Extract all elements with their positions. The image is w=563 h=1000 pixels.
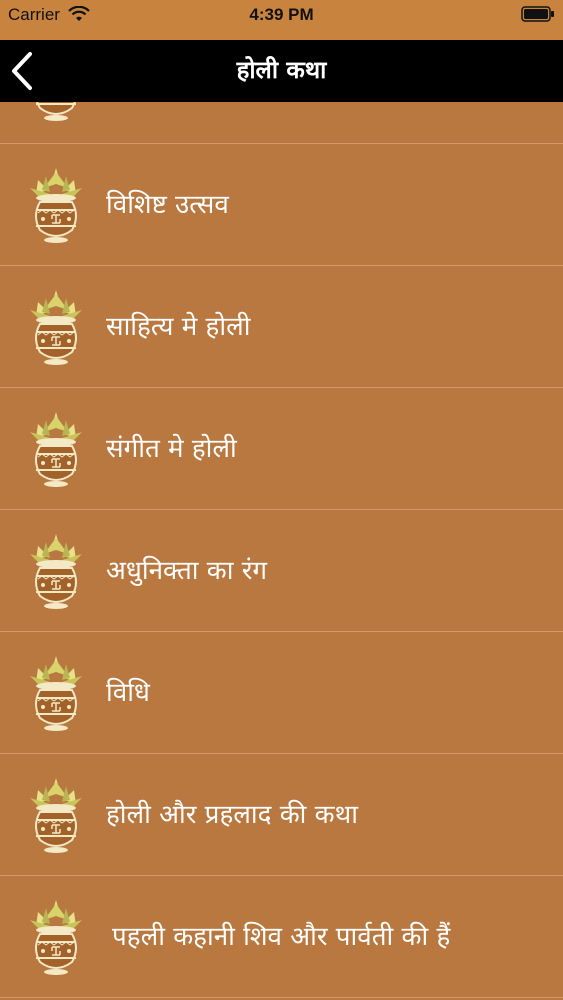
- list-item-label: होली और प्रहलाद की कथा: [106, 800, 358, 830]
- list-item-label: विशिष्ट उत्सव: [106, 190, 229, 220]
- list-item-label: साहित्य मे होली: [106, 312, 251, 342]
- topic-list[interactable]: विशिष्ट उत्सव साहित्य मे होली संगीत मे ह…: [0, 102, 563, 1000]
- list-item-5[interactable]: विधि: [0, 632, 563, 754]
- kalash-icon: [30, 534, 82, 609]
- kalash-icon: [30, 412, 82, 487]
- list-item-label: संगीत मे होली: [106, 434, 237, 464]
- kalash-icon: [30, 900, 82, 975]
- list-item-1[interactable]: विशिष्ट उत्सव: [0, 144, 563, 266]
- kalash-icon: [36, 102, 76, 121]
- status-bar: Carrier 4:39 PM: [0, 0, 563, 40]
- list-item-label: विधि: [106, 678, 150, 708]
- list-item-4[interactable]: अधुनिक्ता का रंग: [0, 510, 563, 632]
- list-item-label: पहली कहानी शिव और पार्वती की हैं: [112, 922, 451, 952]
- kalash-icon: [30, 168, 82, 243]
- list-item-3[interactable]: संगीत मे होली: [0, 388, 563, 510]
- battery-icon: [521, 6, 554, 22]
- list-item-6[interactable]: होली और प्रहलाद की कथा: [0, 754, 563, 876]
- list-item-label: अधुनिक्ता का रंग: [106, 556, 268, 586]
- list-item-7[interactable]: पहली कहानी शिव और पार्वती की हैं: [0, 876, 563, 998]
- list-item-2[interactable]: साहित्य मे होली: [0, 266, 563, 388]
- status-time: 4:39 PM: [249, 5, 314, 24]
- page-title: होली कथा: [236, 56, 327, 84]
- kalash-icon: [30, 290, 82, 365]
- navigation-bar: होली कथा: [0, 40, 563, 102]
- kalash-icon: [30, 778, 82, 853]
- list-item-partial[interactable]: [0, 102, 563, 144]
- kalash-icon: [30, 656, 82, 731]
